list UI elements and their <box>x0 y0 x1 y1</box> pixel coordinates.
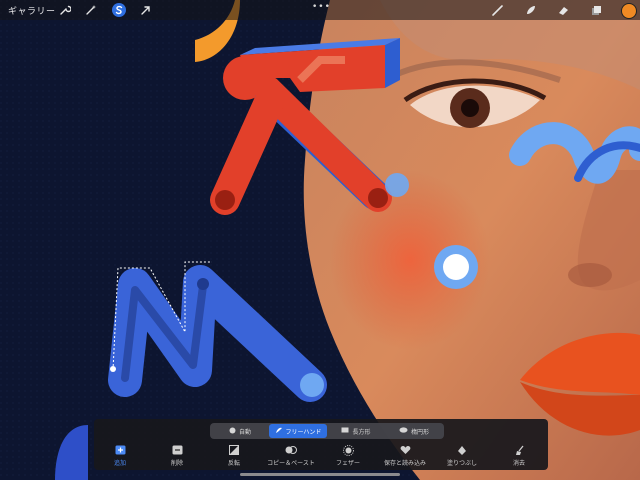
fill-icon <box>456 444 468 456</box>
ellipse-icon <box>399 427 408 435</box>
mode-label: 長方形 <box>352 428 371 436</box>
rectangle-icon <box>341 427 349 435</box>
copy-paste-icon <box>285 444 297 456</box>
selection-actions: 追加 削除 反転 コピー＆ペースト フェザー 保存と読み込み 塗りつぶし 消去 <box>94 444 548 468</box>
action-label: フェザー <box>335 460 360 467</box>
brush-icon[interactable] <box>490 3 504 17</box>
selection-mode-segmented: 自動 フリーハンド 長方形 楕円形 <box>210 423 444 439</box>
mode-rectangle[interactable]: 長方形 <box>327 424 385 438</box>
add-button[interactable]: 追加 <box>90 444 150 467</box>
eraser-icon[interactable] <box>556 3 570 17</box>
remove-icon <box>171 444 183 456</box>
mode-ellipse[interactable]: 楕円形 <box>385 424 443 438</box>
action-label: 反転 <box>227 460 240 467</box>
mode-label: 楕円形 <box>410 428 429 436</box>
action-label: 塗りつぶし <box>446 460 478 467</box>
feather-button[interactable]: フェザー <box>318 444 378 467</box>
color-picker-button[interactable] <box>621 3 637 19</box>
fill-button[interactable]: 塗りつぶし <box>432 444 492 467</box>
mode-label: 自動 <box>238 428 251 436</box>
circle-icon <box>229 427 236 436</box>
add-icon <box>114 444 126 456</box>
drawing-canvas[interactable] <box>0 0 640 480</box>
freehand-icon <box>275 426 283 436</box>
clear-icon <box>513 444 525 456</box>
mode-automatic[interactable]: 自動 <box>211 424 269 438</box>
smudge-icon[interactable] <box>523 3 537 17</box>
action-label: コピー＆ペースト <box>267 460 315 467</box>
selection-s-icon[interactable] <box>112 3 126 17</box>
artwork <box>0 0 640 480</box>
action-label: 削除 <box>170 460 183 467</box>
gallery-button[interactable]: ギャラリー <box>8 4 56 17</box>
save-load-icon <box>399 444 411 456</box>
mode-label: フリーハンド <box>285 428 322 436</box>
selection-toolbar: 自動 フリーハンド 長方形 楕円形 追加 削除 反転 コピー＆ペースト フェザー… <box>94 419 548 470</box>
action-label: 消去 <box>512 460 525 467</box>
action-label: 追加 <box>113 460 126 467</box>
layers-icon[interactable] <box>589 3 603 17</box>
invert-icon <box>228 444 240 456</box>
feather-icon <box>342 444 354 456</box>
home-indicator <box>240 473 400 476</box>
wrench-icon[interactable] <box>58 3 72 17</box>
invert-button[interactable]: 反転 <box>204 444 264 467</box>
more-options[interactable]: ••• <box>312 2 331 12</box>
remove-button[interactable]: 削除 <box>147 444 207 467</box>
arrow-cursor-icon[interactable] <box>139 3 153 17</box>
mode-freehand[interactable]: フリーハンド <box>269 424 327 438</box>
copy-paste-button[interactable]: コピー＆ペースト <box>261 444 321 467</box>
save-load-button[interactable]: 保存と読み込み <box>375 444 435 467</box>
action-label: 保存と読み込み <box>383 460 426 467</box>
clear-button[interactable]: 消去 <box>489 444 549 467</box>
magic-wand-icon[interactable] <box>84 3 98 17</box>
